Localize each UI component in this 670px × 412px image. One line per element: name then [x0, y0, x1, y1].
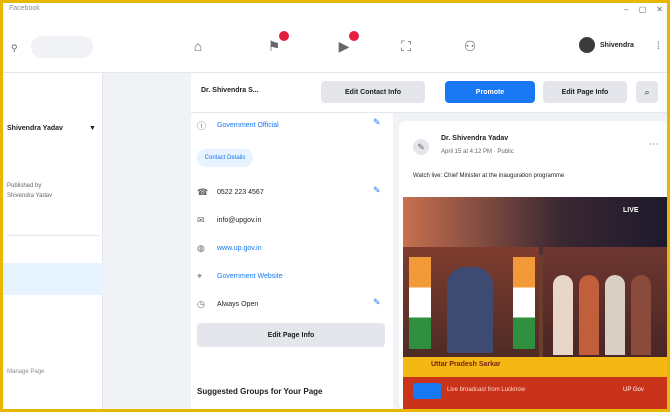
mail-icon: ✉: [197, 215, 205, 225]
groups-icon[interactable]: ⚇: [459, 35, 481, 57]
left-title[interactable]: Shivendra Yadav: [7, 125, 99, 132]
about-row: ⓘ Government Official: [197, 121, 279, 131]
about-row: ☎ 0522 223 4567: [197, 187, 264, 197]
post-meta: April 15 at 4:12 PM · Public: [441, 149, 514, 155]
profile-chip[interactable]: Shivendra: [579, 37, 634, 53]
window-controls: – ▢ ✕: [624, 5, 663, 14]
close-button[interactable]: ✕: [656, 5, 663, 14]
window-title: Facebook: [9, 5, 40, 12]
person-figure: [605, 275, 625, 355]
suggested-groups-heading: Suggested Groups for Your Page: [197, 387, 323, 396]
gutter: [103, 73, 191, 409]
flag-graphic: [513, 257, 535, 349]
person-figure: [631, 275, 651, 355]
person-figure: [553, 275, 573, 355]
more-icon[interactable]: ⌕: [636, 81, 658, 103]
image-red-band: [403, 377, 667, 409]
about-row: ✉ info@upgov.in: [197, 215, 262, 225]
post-author[interactable]: Dr. Shivendra Yadav: [441, 135, 508, 142]
about-row: ◷ Always Open: [197, 299, 259, 309]
person-figure: [579, 275, 599, 355]
pin-icon: ⌖: [197, 271, 203, 281]
left-footer[interactable]: Manage Page: [7, 369, 44, 375]
search-icon[interactable]: ⚲: [11, 43, 21, 53]
profile-name: Shivendra: [600, 41, 634, 49]
pencil-icon[interactable]: ✎: [373, 117, 381, 128]
about-panel: ⓘ Government Official ✎ Contact Details …: [191, 113, 393, 409]
maximize-button[interactable]: ▢: [639, 5, 647, 14]
notification-badge: [349, 31, 359, 41]
edit-page-info-button[interactable]: Edit Page Info: [197, 323, 385, 347]
page-name[interactable]: Dr. Shivendra S...: [201, 87, 259, 94]
flag-icon[interactable]: ⚑: [263, 31, 289, 57]
avatar: [579, 37, 595, 53]
search-input[interactable]: [31, 36, 93, 58]
phone-icon: ☎: [197, 187, 209, 197]
left-text: Published by Shivendra Yadav: [7, 183, 53, 199]
about-row: ⌖ Government Website: [197, 271, 283, 281]
promote-button[interactable]: Promote: [445, 81, 535, 103]
edit-contact-button[interactable]: Edit Contact Info: [321, 81, 425, 103]
sidebar-item-selected[interactable]: [3, 263, 103, 295]
post-image[interactable]: LIVE Uttar Pradesh Sarkar Live broadcast…: [403, 197, 667, 409]
edit-icon[interactable]: ✎: [413, 139, 429, 155]
post-card: ✎ Dr. Shivendra Yadav April 15 at 4:12 P…: [399, 121, 667, 409]
pencil-icon[interactable]: ✎: [373, 297, 381, 308]
post-text: Watch live: Chief Minister at the inaugu…: [413, 173, 565, 179]
grid-menu-icon[interactable]: ⁞: [657, 41, 660, 52]
globe-icon: ◍: [197, 243, 205, 253]
pencil-icon[interactable]: ✎: [373, 185, 381, 196]
minimize-button[interactable]: –: [624, 5, 628, 14]
left-sidebar: Shivendra Yadav ▼ Published by Shivendra…: [3, 73, 103, 409]
marketplace-icon[interactable]: ⛶: [395, 35, 417, 57]
more-options-icon[interactable]: ⋯: [649, 139, 659, 150]
edit-page-info-button[interactable]: Edit Page Info: [543, 81, 627, 103]
image-band-text: Uttar Pradesh Sarkar: [431, 361, 501, 368]
title-bar: Facebook – ▢ ✕: [3, 3, 667, 17]
video-icon[interactable]: ▶: [333, 31, 359, 57]
caret-down-icon[interactable]: ▼: [89, 125, 96, 132]
divider: [7, 235, 99, 236]
channel-logo: [413, 383, 441, 399]
image-bottom-text: Live broadcast from Lucknow: [447, 387, 526, 393]
contact-tag[interactable]: Contact Details: [197, 149, 253, 167]
about-row: ◍ www.up.gov.in: [197, 243, 262, 253]
clock-icon: ◷: [197, 299, 205, 309]
notification-badge: [279, 31, 289, 41]
flag-graphic: [409, 257, 431, 349]
browser-frame: Facebook – ▢ ✕ ⚲ ⌂ ⚑ ▶ ⛶ ⚇ Shivendra ⁞ S…: [3, 3, 667, 409]
speaker-figure: [447, 267, 493, 353]
live-badge: LIVE: [623, 207, 639, 214]
page-action-bar: Dr. Shivendra S... Edit Contact Info Pro…: [191, 73, 667, 113]
info-icon: ⓘ: [197, 121, 207, 131]
home-icon[interactable]: ⌂: [187, 35, 209, 57]
image-bottom-right: UP Gov: [623, 387, 644, 393]
top-navigation: ⚲ ⌂ ⚑ ▶ ⛶ ⚇ Shivendra ⁞: [3, 17, 667, 73]
